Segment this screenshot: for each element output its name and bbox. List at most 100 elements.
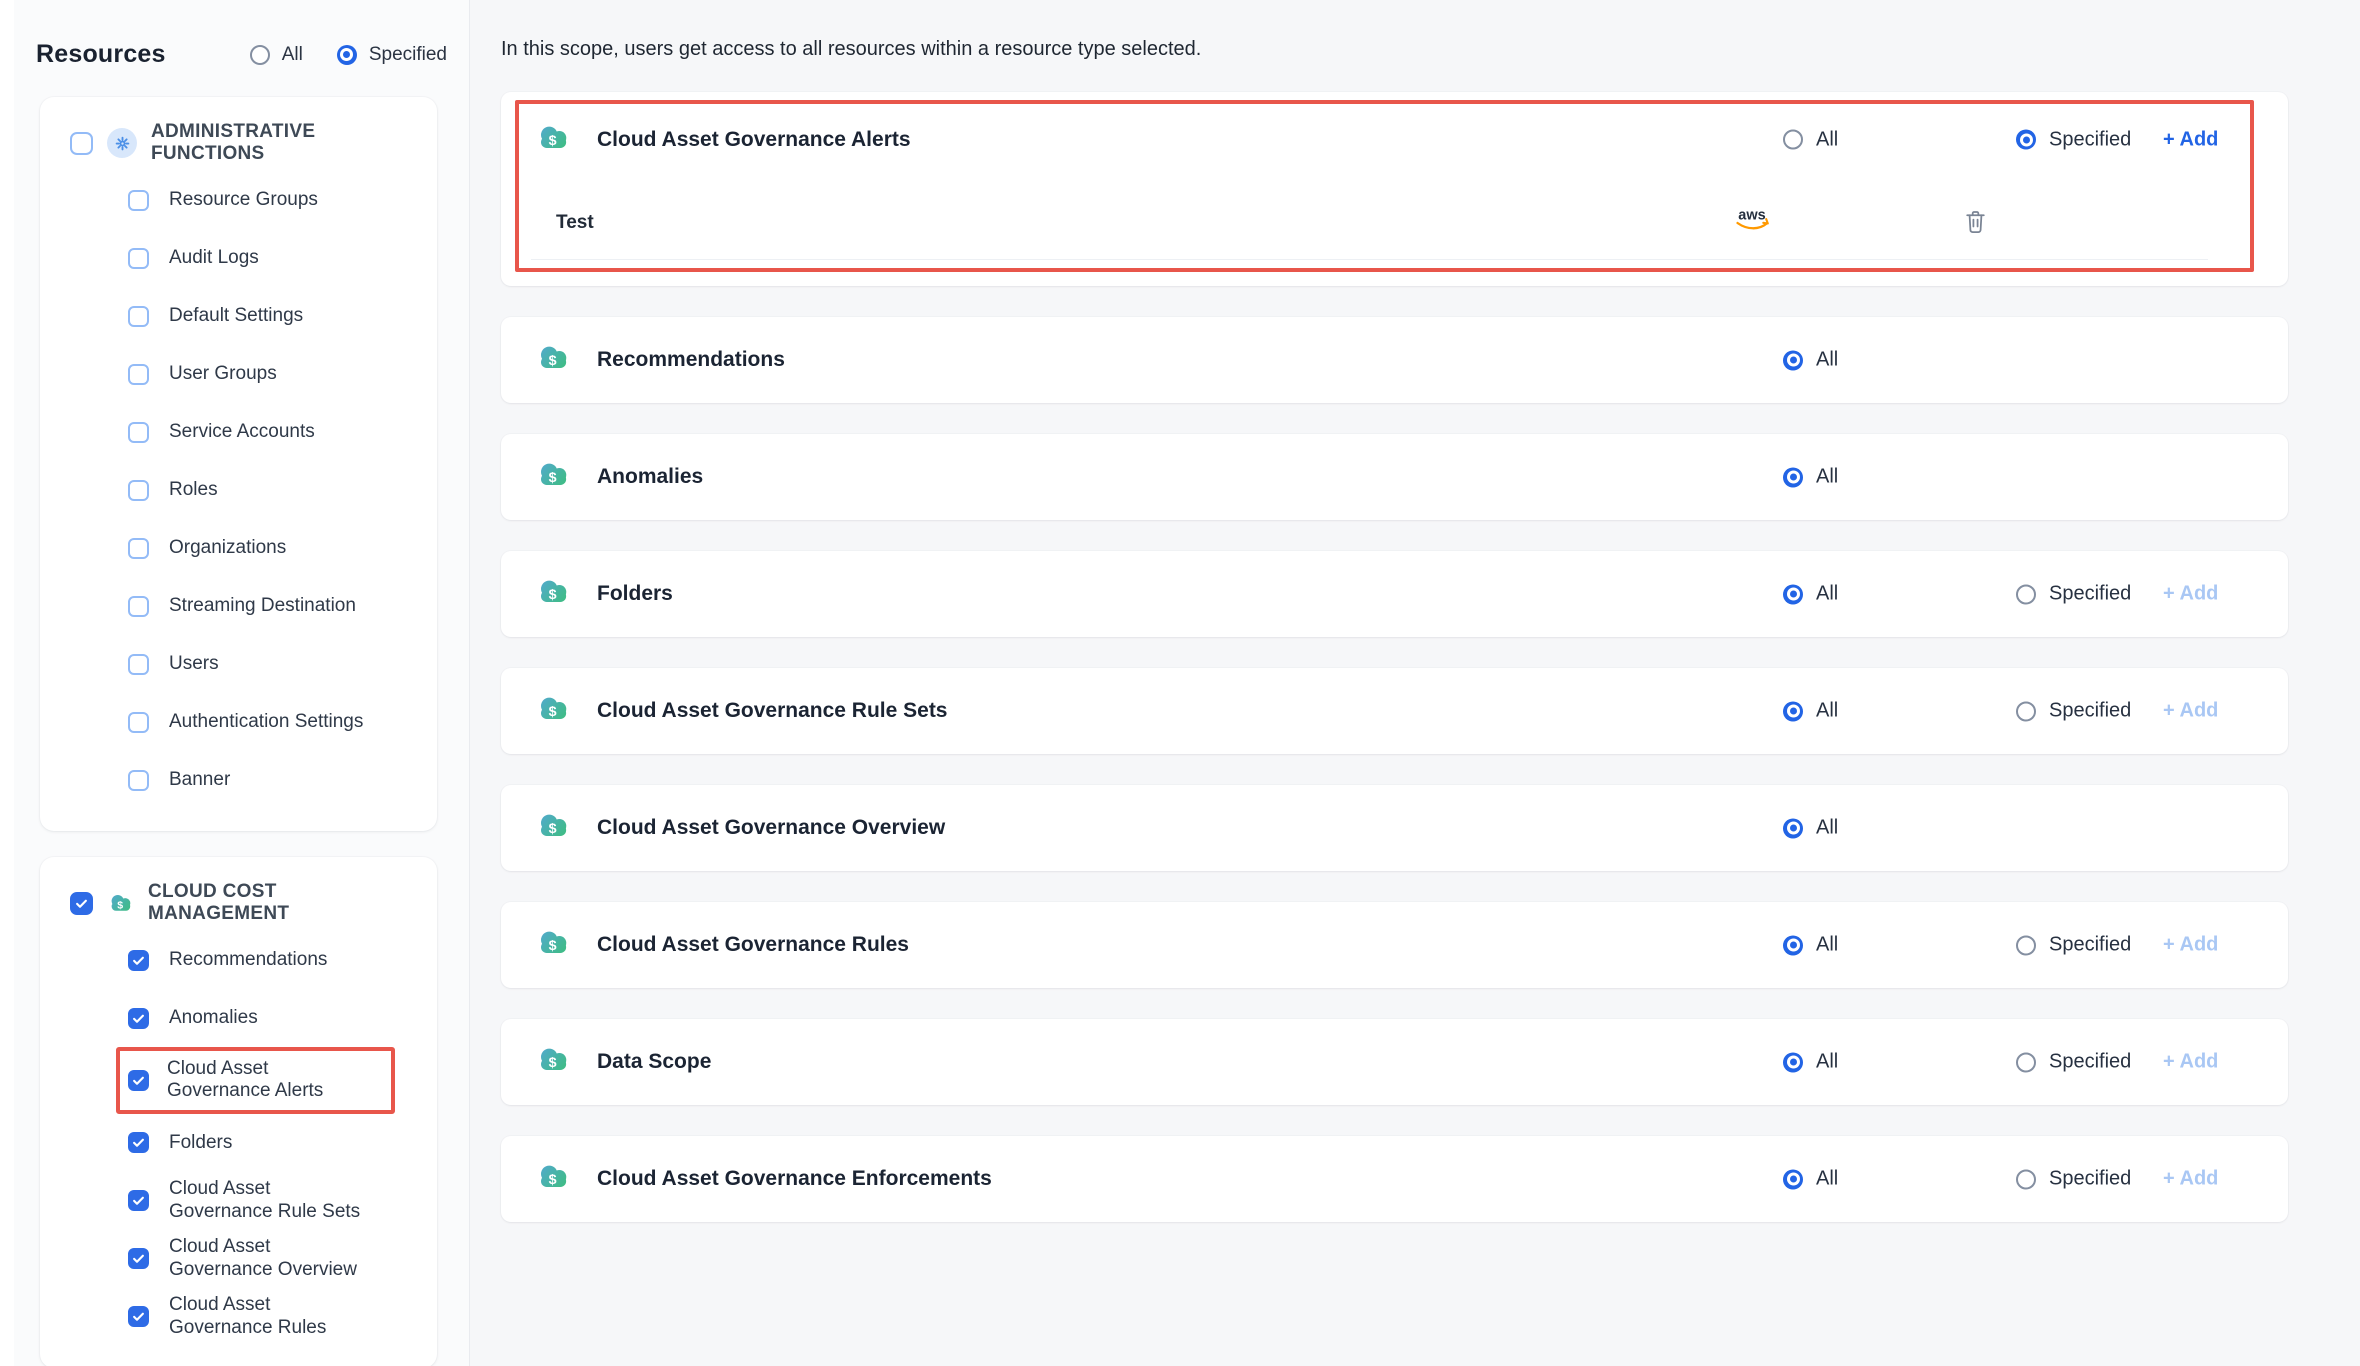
row-scope-all[interactable]: All bbox=[1783, 817, 1838, 840]
aws-logo: aws bbox=[1731, 206, 1775, 236]
radio-specified[interactable] bbox=[2016, 130, 2036, 150]
item-checkbox[interactable] bbox=[128, 1190, 149, 1211]
item-checkbox[interactable] bbox=[128, 712, 149, 733]
item-checkbox[interactable] bbox=[128, 1008, 149, 1029]
radio-all-label: All bbox=[1816, 349, 1838, 372]
item-checkbox[interactable] bbox=[128, 364, 149, 385]
row-scope-all[interactable]: All bbox=[1783, 1051, 1838, 1074]
item-checkbox[interactable] bbox=[128, 596, 149, 617]
resource-row-cloud-asset-governance-rules: $ Cloud Asset Governance Rules All Speci… bbox=[501, 902, 2288, 988]
radio-all[interactable] bbox=[1783, 130, 1803, 150]
sidebar-item-banner: Banner bbox=[70, 751, 419, 809]
sidebar-item-recommendations: Recommendations bbox=[70, 931, 419, 989]
radio-specified[interactable] bbox=[337, 45, 357, 65]
item-checkbox[interactable] bbox=[128, 538, 149, 559]
row-scope-all[interactable]: All bbox=[1783, 583, 1838, 606]
cloud-dollar-icon: $ bbox=[535, 124, 571, 156]
sidebar-item-audit-logs: Audit Logs bbox=[70, 229, 419, 287]
radio-all[interactable] bbox=[1783, 1169, 1803, 1189]
item-checkbox[interactable] bbox=[128, 654, 149, 675]
item-checkbox[interactable] bbox=[128, 480, 149, 501]
section-checkbox[interactable] bbox=[70, 892, 93, 915]
cloud-dollar-icon: $ bbox=[535, 461, 571, 493]
cloud-dollar-icon: $ bbox=[535, 344, 571, 371]
row-scope-all[interactable]: All bbox=[1783, 1168, 1838, 1191]
row-scope-all[interactable]: All bbox=[1783, 128, 1838, 151]
radio-all[interactable] bbox=[1783, 701, 1803, 721]
sidebar-section-administrative-functions: ADMINISTRATIVE FUNCTIONS Resource Groups… bbox=[40, 97, 437, 831]
resource-row-cloud-asset-governance-enforcements: $ Cloud Asset Governance Enforcements Al… bbox=[501, 1136, 2288, 1222]
radio-all[interactable] bbox=[1783, 584, 1803, 604]
add-button[interactable]: + Add bbox=[2163, 1051, 2218, 1074]
row-scope-specified[interactable]: Specified bbox=[2016, 700, 2131, 723]
radio-specified-label: Specified bbox=[2049, 128, 2131, 151]
check-icon bbox=[131, 953, 146, 968]
add-button[interactable]: + Add bbox=[2163, 1168, 2218, 1191]
radio-all-label: All bbox=[1816, 466, 1838, 489]
section-checkbox[interactable] bbox=[70, 132, 93, 155]
radio-specified[interactable] bbox=[2016, 701, 2036, 721]
row-scope-specified[interactable]: Specified bbox=[2016, 1051, 2131, 1074]
resource-row-main: $ Cloud Asset Governance Rules All Speci… bbox=[501, 902, 2288, 988]
radio-all[interactable] bbox=[1783, 935, 1803, 955]
item-checkbox[interactable] bbox=[128, 190, 149, 211]
section-items: Recommendations Anomalies Cloud Asset Go… bbox=[70, 931, 419, 1346]
delete-entry-button[interactable] bbox=[1963, 208, 1988, 238]
item-label: Roles bbox=[169, 479, 218, 501]
radio-all[interactable] bbox=[1783, 467, 1803, 487]
row-scope-all[interactable]: All bbox=[1783, 466, 1838, 489]
row-scope-all[interactable]: All bbox=[1783, 349, 1838, 372]
radio-specified[interactable] bbox=[2016, 584, 2036, 604]
item-checkbox[interactable] bbox=[128, 422, 149, 443]
radio-all[interactable] bbox=[1783, 818, 1803, 838]
item-label: Service Accounts bbox=[169, 421, 315, 443]
sidebar-item-anomalies: Anomalies bbox=[70, 989, 419, 1047]
row-scope-all[interactable]: All bbox=[1783, 934, 1838, 957]
resource-row-main: $ Anomalies All bbox=[501, 434, 2288, 520]
item-checkbox[interactable] bbox=[128, 1248, 149, 1269]
radio-all-label: All bbox=[1816, 1051, 1838, 1074]
item-checkbox[interactable] bbox=[128, 306, 149, 327]
item-checkbox[interactable] bbox=[128, 248, 149, 269]
radio-all[interactable] bbox=[1783, 1052, 1803, 1072]
sidebar-item-cloud-asset-governance-rules: Cloud Asset Governance Rules bbox=[70, 1288, 419, 1346]
item-label: Default Settings bbox=[169, 305, 303, 327]
cloud-dollar-icon: $ bbox=[535, 695, 571, 727]
resource-row-main: $ Recommendations All bbox=[501, 317, 2288, 403]
radio-all[interactable] bbox=[1783, 350, 1803, 370]
item-checkbox[interactable] bbox=[128, 1132, 149, 1153]
add-button[interactable]: + Add bbox=[2163, 583, 2218, 606]
section-header: $ CLOUD COST MANAGEMENT bbox=[70, 877, 419, 929]
sidebar-item-streaming-destination: Streaming Destination bbox=[70, 577, 419, 635]
check-icon bbox=[74, 896, 89, 911]
svg-text:$: $ bbox=[549, 938, 557, 954]
row-scope-specified[interactable]: Specified bbox=[2016, 1168, 2131, 1191]
section-header: ADMINISTRATIVE FUNCTIONS bbox=[70, 117, 419, 169]
resources-scope-specified[interactable]: Specified bbox=[337, 44, 447, 66]
resource-row-title: Cloud Asset Governance Overview bbox=[597, 816, 945, 840]
radio-all-label: All bbox=[1816, 934, 1838, 957]
add-button[interactable]: + Add bbox=[2163, 700, 2218, 723]
svg-text:$: $ bbox=[549, 1055, 557, 1071]
cloud-dollar-icon: $ bbox=[535, 461, 571, 488]
row-scope-all[interactable]: All bbox=[1783, 700, 1838, 723]
radio-specified-label: Specified bbox=[2049, 583, 2131, 606]
item-checkbox[interactable] bbox=[128, 950, 149, 971]
radio-specified[interactable] bbox=[2016, 1052, 2036, 1072]
scope-description: In this scope, users get access to all r… bbox=[501, 36, 2290, 62]
row-scope-specified[interactable]: Specified bbox=[2016, 583, 2131, 606]
add-button[interactable]: + Add bbox=[2163, 934, 2218, 957]
cloud-dollar-icon: $ bbox=[535, 124, 571, 151]
row-scope-specified[interactable]: Specified bbox=[2016, 128, 2131, 151]
item-checkbox[interactable] bbox=[128, 1306, 149, 1327]
item-checkbox[interactable] bbox=[128, 1070, 149, 1091]
radio-specified[interactable] bbox=[2016, 935, 2036, 955]
item-label: Cloud Asset Governance Rules bbox=[169, 1294, 379, 1339]
radio-specified[interactable] bbox=[2016, 1169, 2036, 1189]
radio-all[interactable] bbox=[250, 45, 270, 65]
cloud-dollar-icon: $ bbox=[535, 695, 571, 722]
add-button[interactable]: + Add bbox=[2163, 128, 2218, 151]
item-checkbox[interactable] bbox=[128, 770, 149, 791]
resources-scope-all[interactable]: All bbox=[250, 44, 303, 66]
row-scope-specified[interactable]: Specified bbox=[2016, 934, 2131, 957]
